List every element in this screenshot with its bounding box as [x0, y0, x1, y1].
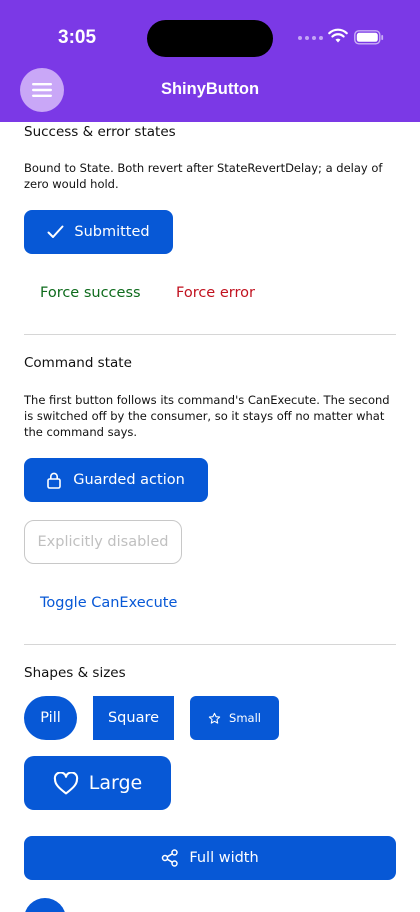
circle-button[interactable]	[24, 898, 66, 912]
small-button[interactable]: Small	[190, 696, 279, 740]
app-title: ShinyButton	[160, 80, 260, 98]
force-success-button[interactable]: Force success	[40, 285, 141, 301]
section-title-shapes-sizes: Shapes & sizes	[24, 665, 126, 681]
square-button[interactable]: Square	[93, 696, 174, 740]
section-title-success-error: Success & error states	[24, 124, 176, 140]
explicitly-disabled-button[interactable]: Explicitly disabled	[24, 520, 182, 564]
section-divider	[24, 334, 396, 335]
section-description-success-error: Bound to State. Both revert after StateR…	[24, 161, 383, 191]
share-icon	[162, 849, 179, 867]
status-time: 3:05	[58, 27, 97, 48]
heart-icon	[53, 771, 78, 794]
large-button[interactable]: Large	[24, 756, 171, 810]
force-error-button[interactable]: Force error	[176, 285, 255, 301]
checkmark-icon	[47, 225, 64, 238]
toggle-canexecute-button[interactable]: Toggle CanExecute	[40, 595, 177, 611]
guarded-action-button[interactable]: Guarded action	[24, 458, 208, 502]
submitted-button-label: Submitted	[74, 224, 150, 240]
guarded-action-label: Guarded action	[73, 472, 185, 488]
star-icon	[208, 712, 221, 724]
app-header: 3:05 ShinyButton	[0, 0, 420, 122]
full-width-button[interactable]: Full width	[24, 836, 396, 880]
submitted-button[interactable]: Submitted	[24, 210, 173, 254]
dynamic-island	[147, 20, 273, 57]
full-width-button-label: Full width	[189, 850, 259, 866]
small-button-label: Small	[229, 711, 261, 725]
section-description-command-state: The first button follows its command's C…	[24, 393, 390, 439]
lock-icon	[47, 472, 62, 489]
section-title-command-state: Command state	[24, 355, 132, 371]
section-divider	[24, 644, 396, 645]
battery-icon	[354, 30, 384, 45]
large-button-label: Large	[88, 772, 143, 794]
cellular-signal-icon	[298, 36, 323, 40]
pill-button[interactable]: Pill	[24, 696, 77, 740]
wifi-icon	[328, 28, 348, 43]
